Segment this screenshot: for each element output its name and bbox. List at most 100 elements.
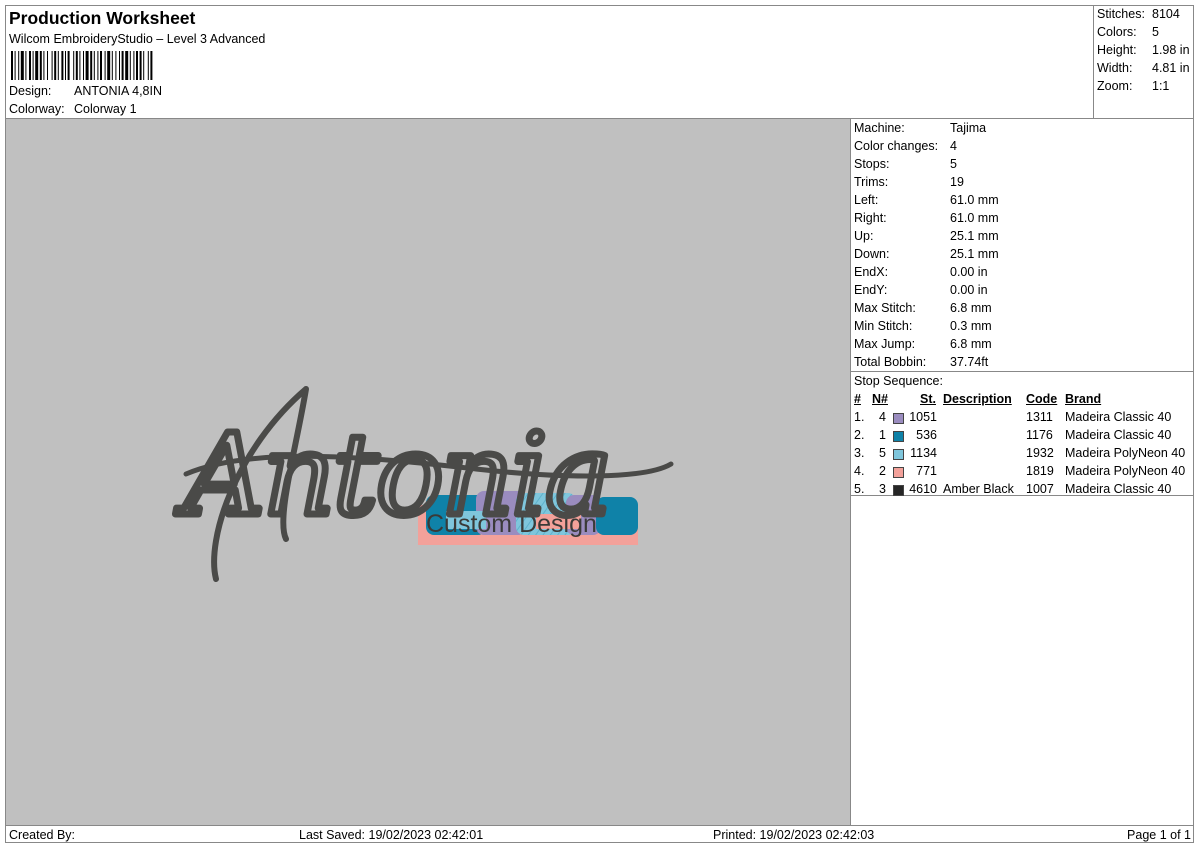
thread-color-swatch — [893, 431, 904, 442]
barcode — [11, 51, 153, 80]
summary-row: Zoom: 1:1 — [1097, 79, 1169, 93]
info-label: Total Bobbin: — [854, 355, 927, 369]
stop-cell-num: 3. — [854, 446, 865, 460]
info-value: 6.8 mm — [950, 301, 992, 315]
col-header-description: Description — [943, 392, 1012, 406]
stop-cell-n: 2 — [879, 464, 886, 478]
info-row: Down: 25.1 mm — [854, 247, 999, 261]
stop-cell-st: 536 — [916, 428, 937, 442]
colorway-value: Colorway 1 — [74, 102, 137, 116]
info-value: 25.1 mm — [950, 247, 999, 261]
info-label: Max Stitch: — [854, 301, 916, 315]
summary-value: 1:1 — [1152, 79, 1170, 93]
stop-sequence-row: 3. 5 1134 1932 Madeira PolyNeon 40 — [851, 446, 1194, 464]
info-value: 61.0 mm — [950, 193, 999, 207]
stop-sequence-caption: Stop Sequence: — [854, 374, 943, 388]
summary-value: 4.81 in — [1152, 61, 1190, 75]
col-header-code: Code — [1026, 392, 1058, 406]
summary-label: Colors: — [1097, 25, 1137, 39]
thread-color-swatch — [893, 413, 904, 424]
info-label: Min Stitch: — [854, 319, 913, 333]
info-value: 0.00 in — [950, 265, 988, 279]
stop-sequence-row: 2. 1 536 1176 Madeira Classic 40 — [851, 428, 1194, 446]
info-label: Color changes: — [854, 139, 939, 153]
summary-value: 5 — [1152, 25, 1159, 39]
info-label: EndY: — [854, 283, 888, 297]
info-label: Max Jump: — [854, 337, 916, 351]
software-name: Wilcom EmbroideryStudio – Level 3 Advanc… — [9, 32, 266, 46]
info-value: 6.8 mm — [950, 337, 992, 351]
info-row: Right: 61.0 mm — [854, 211, 999, 225]
info-row: Trims: 19 — [854, 175, 964, 189]
info-value: 5 — [950, 157, 957, 171]
embroidery-design: Custom Design Antonia — [172, 386, 674, 582]
info-label: Right: — [854, 211, 887, 225]
stop-sequence-row: 4. 2 771 1819 Madeira PolyNeon 40 — [851, 464, 1194, 482]
stop-cell-st: 1051 — [909, 410, 937, 424]
col-header-st: St. — [920, 392, 936, 406]
stop-cell-num: 4. — [854, 464, 865, 478]
stop-sequence-row: 5. 3 4610 Amber Black 1007 Madeira Classic 40 — [851, 482, 1194, 500]
info-label: Left: — [854, 193, 879, 207]
stop-cell-brand: Madeira PolyNeon 40 — [1065, 446, 1186, 460]
info-value: 37.74ft — [950, 355, 989, 369]
summary-row: Colors: 5 — [1097, 25, 1159, 39]
stop-cell-st: 1134 — [910, 446, 937, 460]
page-number: Page 1 of 1 — [1127, 828, 1191, 842]
stop-cell-code: 1819 — [1026, 464, 1054, 478]
stop-cell-st: 4610 — [909, 482, 937, 496]
info-label: EndX: — [854, 265, 889, 279]
stop-cell-brand: Madeira Classic 40 — [1065, 482, 1172, 496]
stop-cell-st: 771 — [916, 464, 937, 478]
created-by: Created By: — [9, 828, 76, 842]
info-label: Stops: — [854, 157, 890, 171]
colorway-label: Colorway: — [9, 102, 65, 116]
worksheet: Production Worksheet Wilcom EmbroiderySt… — [5, 5, 1194, 843]
summary-row: Width: 4.81 in — [1097, 61, 1190, 75]
summary-panel: Stitches: 8104 Colors: 5 Height: 1.98 in Wi… — [1093, 6, 1194, 118]
summary-label: Height: — [1097, 43, 1137, 57]
info-row: Color changes: 4 — [854, 139, 957, 153]
info-row: Total Bobbin: 37.74ft — [854, 355, 988, 369]
stop-cell-num: 2. — [854, 428, 865, 442]
info-label: Up: — [854, 229, 874, 243]
summary-label: Width: — [1097, 61, 1133, 75]
info-label: Down: — [854, 247, 890, 261]
summary-row: Height: 1.98 in — [1097, 43, 1190, 57]
design-row: Design: ANTONIA 4,8IN — [9, 84, 162, 98]
info-value: 19 — [950, 175, 964, 189]
info-row: Stops: 5 — [854, 157, 957, 171]
info-row: Up: 25.1 mm — [854, 229, 999, 243]
stop-cell-brand: Madeira Classic 40 — [1065, 428, 1172, 442]
summary-value: 1.98 in — [1152, 43, 1190, 57]
stop-cell-n: 1 — [879, 428, 886, 442]
col-header-n: N# — [872, 392, 888, 406]
worksheet-header: Production Worksheet Wilcom EmbroiderySt… — [6, 6, 1093, 118]
info-value: 0.3 mm — [950, 319, 992, 333]
summary-row: Stitches: 8104 — [1097, 7, 1180, 21]
info-row: Left: 61.0 mm — [854, 193, 999, 207]
summary-label: Stitches: — [1097, 7, 1145, 21]
summary-label: Zoom: — [1097, 79, 1133, 93]
stop-cell-code: 1176 — [1026, 428, 1053, 442]
stop-cell-n: 3 — [879, 482, 886, 496]
stop-cell-num: 1. — [854, 410, 865, 424]
info-row: Machine: Tajima — [854, 121, 986, 135]
info-label: Trims: — [854, 175, 889, 189]
info-row: Max Jump: 6.8 mm — [854, 337, 992, 351]
thread-color-swatch — [893, 449, 904, 460]
stop-cell-desc: Amber Black — [943, 482, 1014, 496]
worksheet-footer: Created By: Last Saved: 19/02/2023 02:42… — [6, 825, 1194, 843]
design-value: ANTONIA 4,8IN — [74, 84, 162, 98]
thread-color-swatch — [893, 467, 904, 478]
stop-cell-num: 5. — [854, 482, 865, 496]
thread-color-swatch — [893, 485, 904, 496]
page-title: Production Worksheet — [9, 8, 196, 28]
info-label: Machine: — [854, 121, 905, 135]
design-preview: Custom Design Antonia — [6, 118, 851, 825]
machine-info-panel: Machine: Tajima Color changes: 4 Stops: 5 T… — [851, 118, 1194, 825]
stop-sequence-table: Stop Sequence: # N# St. Description Code… — [851, 371, 1194, 496]
info-value: Tajima — [950, 121, 987, 135]
info-value: 61.0 mm — [950, 211, 999, 225]
info-value: 0.00 in — [950, 283, 988, 297]
